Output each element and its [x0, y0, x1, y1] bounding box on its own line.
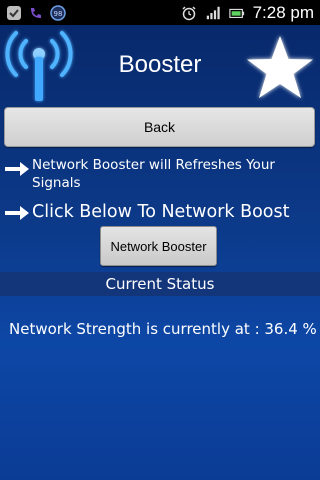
voicemail-icon — [28, 5, 44, 21]
app-badge-icon: 98 — [50, 4, 66, 21]
info-line-boost: Click Below To Network Boost — [0, 201, 290, 223]
check-notification-icon — [6, 5, 22, 21]
alarm-clock-icon — [181, 5, 197, 21]
star-icon — [247, 36, 313, 98]
booster-screen: Booster Back Network Booster will Refres… — [0, 25, 320, 480]
network-strength-text: Network Strength is currently at : 36.4 … — [9, 320, 317, 338]
signal-strength-icon — [205, 5, 221, 21]
status-bar-system: 7:28 pm — [181, 3, 320, 23]
info-text-refresh: Network Booster will Refreshes Your Sign… — [32, 157, 275, 191]
status-bar: 98 7:28 pm — [0, 0, 320, 25]
header: Booster — [0, 25, 320, 105]
current-status-header: Current Status — [0, 272, 320, 296]
status-bar-notifications: 98 — [0, 4, 66, 21]
app-badge-count: 98 — [54, 10, 63, 18]
arrow-right-icon — [5, 206, 29, 220]
arrow-right-icon — [5, 162, 29, 176]
status-time: 7:28 pm — [252, 2, 314, 22]
back-button[interactable]: Back — [4, 107, 315, 147]
network-booster-button[interactable]: Network Booster — [100, 226, 217, 266]
battery-icon — [228, 5, 245, 21]
info-text-boost: Click Below To Network Boost — [32, 202, 290, 222]
info-line-refresh: Network Booster will Refreshes Your Sign… — [0, 156, 312, 192]
